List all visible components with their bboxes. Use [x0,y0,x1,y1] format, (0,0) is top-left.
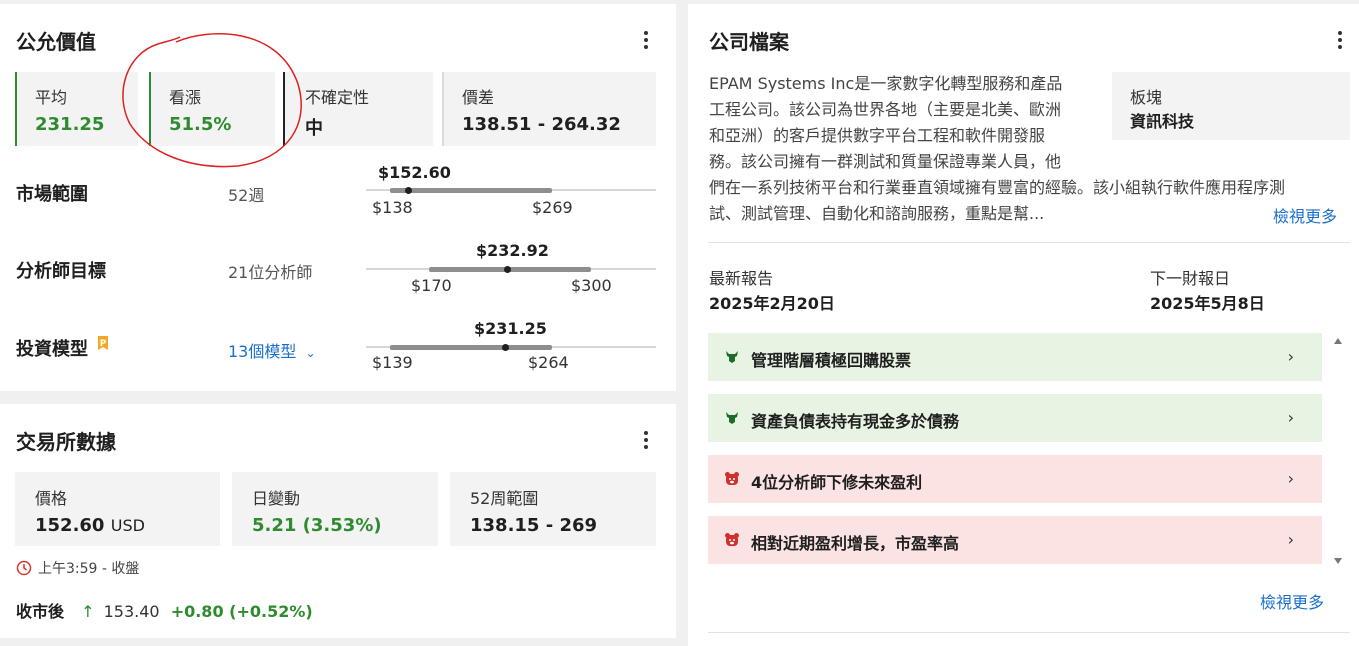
chevron-right-icon: › [1287,530,1294,549]
insight-text: 資產負債表持有現金多於債務 [751,412,960,431]
investment-model-low: $139 [372,353,413,372]
stat-uncertainty-value: 中 [305,118,323,139]
bear-icon [725,472,739,485]
stat-spread-label: 價差 [462,88,495,107]
price-value: 152.60 USD [35,515,220,536]
investment-model-label: 投資模型 P [16,335,110,361]
market-time: 上午3:59 - 收盤 [16,558,139,578]
analyst-target-low: $170 [411,276,452,295]
next-report-value: 2025年5月8日 [1150,294,1265,313]
divider [708,242,1350,243]
sector-box: 板塊 資訊科技 [1112,72,1350,140]
after-hours-label: 收市後 [16,602,65,621]
market-range-low: $138 [372,198,413,217]
premium-badge-icon: P [98,336,109,350]
investment-model-text: 投資模型 [16,339,88,360]
stat-uncertainty-label: 不確定性 [305,88,370,107]
day-change-box: 日變動 5.21 (3.53%) [232,472,438,546]
market-range-high: $269 [532,198,573,217]
arrow-up-icon: ↑ [81,602,95,621]
investment-model-slider: $231.25 $139 $264 [366,319,656,375]
bull-icon [726,351,738,363]
sector-label: 板塊 [1130,88,1163,107]
investment-model-marker [502,344,509,351]
models-dropdown[interactable]: 13個模型 ⌄ [228,338,316,362]
sector-value[interactable]: 資訊科技 [1130,108,1194,132]
chevron-right-icon: › [1287,408,1294,427]
stat-spread-value: 138.51 - 264.32 [462,114,621,135]
analyst-target-high: $300 [571,276,612,295]
market-range-slider: $152.60 $138 $269 [366,163,656,219]
market-range-label: 市場範圍 [16,184,88,205]
insights-scrollbar[interactable] [1333,336,1345,566]
scroll-up-arrow-icon[interactable] [1334,338,1342,344]
investment-model-high: $264 [528,353,569,372]
description-line: 務。該公司擁有一群測試和質量保證專業人員，他 [709,152,1062,171]
bull-icon [726,412,738,424]
market-range-marker [405,187,412,194]
latest-report-label: 最新報告 [709,269,774,288]
stat-spread: 價差 138.51 - 264.32 [442,72,656,146]
week52-range-box: 52周範圍 138.15 - 269 [450,472,656,546]
exchange-menu-icon[interactable] [636,429,656,453]
analyst-target-sub: 21位分析師 [228,263,313,282]
annotation-circle [122,33,302,168]
after-hours-change: +0.80 (+0.52%) [170,602,313,621]
price-currency: USD [110,516,145,535]
insight-text: 相對近期盈利增長，市盈率高 [751,534,960,553]
fair-value-menu-icon[interactable] [636,29,656,53]
bear-icon [725,533,739,546]
profile-title: 公司檔案 [709,30,789,54]
price-number: 152.60 [35,515,105,536]
latest-report-value: 2025年2月20日 [709,294,835,313]
price-label: 價格 [35,489,68,508]
exchange-title: 交易所數據 [16,430,116,454]
chevron-down-icon: ⌄ [305,346,316,360]
after-hours-price: 153.40 [103,602,160,621]
insight-text: 4位分析師下修未來盈利 [751,473,923,492]
insight-item-earnings-revision[interactable]: 4位分析師下修未來盈利 › [708,455,1322,503]
models-dropdown-label: 13個模型 [228,342,297,361]
fair-value-title: 公允價值 [16,30,96,54]
profile-menu-icon[interactable] [1330,29,1350,53]
analyst-target-label: 分析師目標 [16,261,106,282]
insight-text: 管理階層積極回購股票 [751,351,912,370]
analyst-target-slider: $232.92 $170 $300 [366,241,656,297]
investment-model-current: $231.25 [474,319,547,338]
chevron-right-icon: › [1287,347,1294,366]
price-box: 價格 152.60 USD [15,472,220,546]
clock-icon [16,560,32,576]
market-range-current: $152.60 [378,163,451,182]
day-change-value: 5.21 (3.53%) [252,515,382,536]
analyst-target-marker [504,266,511,273]
market-range-sub: 52週 [228,186,265,205]
analyst-target-current: $232.92 [476,241,549,260]
svg-text:P: P [100,339,107,349]
insight-item-buyback[interactable]: 管理階層積極回購股票 › [708,333,1322,381]
scroll-down-arrow-icon[interactable] [1334,558,1342,564]
after-hours: 收市後 ↑ 153.40 +0.80 (+0.52%) [16,598,313,622]
insight-item-cash[interactable]: 資產負債表持有現金多於債務 › [708,394,1322,442]
week52-range-label: 52周範圍 [470,489,539,508]
chevron-right-icon: › [1287,469,1294,488]
week52-range-value: 138.15 - 269 [470,515,598,536]
next-report-label: 下一財報日 [1150,269,1231,288]
view-more-insights-link[interactable]: 檢視更多 [1260,589,1324,613]
description-line: 試、測試管理、自動化和諮詢服務，重點是幫... [709,204,1045,223]
divider [708,632,1350,633]
insight-item-pe-ratio[interactable]: 相對近期盈利增長，市盈率高 › [708,516,1322,564]
view-more-description-link[interactable]: 檢視更多 [1273,203,1337,227]
market-time-text: 上午3:59 - 收盤 [38,561,140,577]
description-line: 們在一系列技術平台和行業垂直領域擁有豐富的經驗。該小組執行軟件應用程序測 [709,178,1286,197]
day-change-label: 日變動 [252,489,301,508]
